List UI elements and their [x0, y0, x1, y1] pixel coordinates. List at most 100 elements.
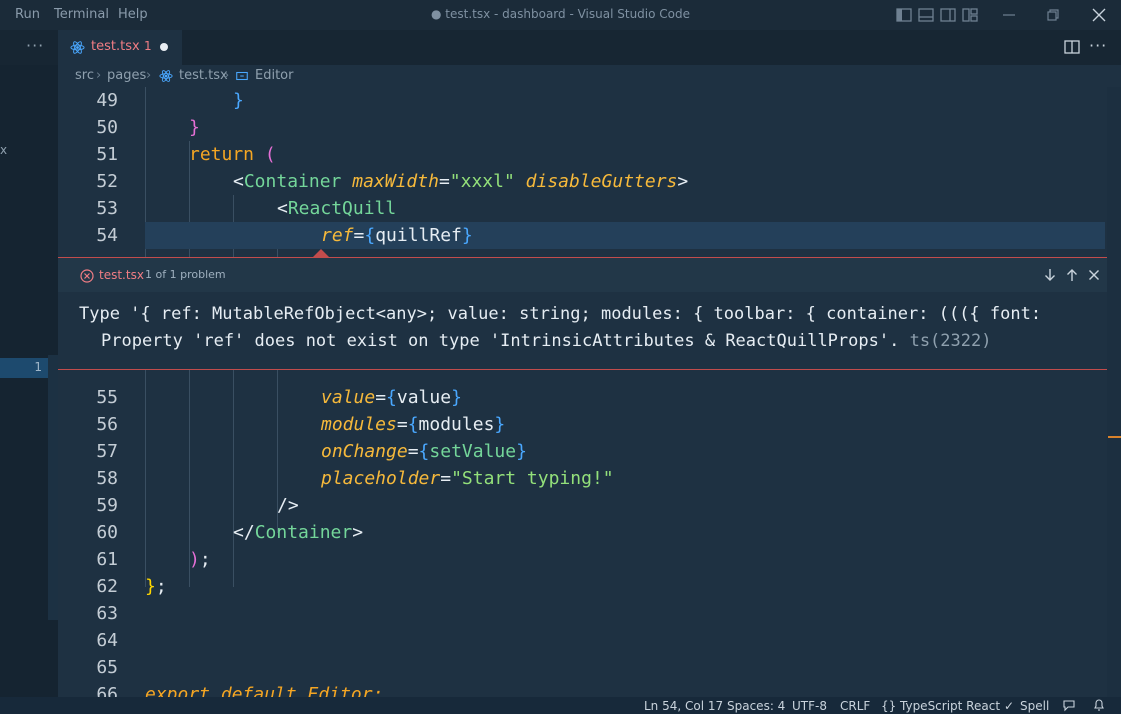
breadcrumb-pages[interactable]: pages: [107, 68, 146, 83]
line-number: 56: [96, 414, 118, 435]
check-icon: ✓: [1004, 699, 1015, 713]
close-peek-icon[interactable]: [1086, 267, 1102, 283]
line-number: 64: [96, 630, 118, 651]
side-panel: x 1: [0, 65, 58, 697]
line-number: 63: [96, 603, 118, 624]
peek-pointer: [313, 249, 329, 257]
status-bar: Ln 54, Col 17 Spaces: 4 UTF-8 CRLF {} Ty…: [0, 697, 1121, 714]
code-line: 54 ref={quillRef}: [58, 222, 1121, 249]
token-punct: ;: [155, 576, 167, 597]
editor-scrollbar[interactable]: [1107, 87, 1121, 697]
token-paren: ): [189, 549, 200, 570]
side-panel-partial-text: x: [0, 143, 8, 157]
token-attr: modules: [321, 414, 397, 435]
react-icon: [159, 69, 173, 87]
encoding[interactable]: UTF-8: [792, 699, 827, 713]
line-number: 55: [96, 387, 118, 408]
code-line: 61 );: [58, 546, 1121, 573]
chevron-right-icon: ›: [96, 68, 102, 83]
line-number: 50: [96, 117, 118, 138]
symbol-variable-icon: [235, 69, 249, 87]
code-editor[interactable]: 49 } 50 } 51 return ( 52 <Container maxW…: [58, 87, 1121, 697]
tab-test-tsx[interactable]: test.tsx 1: [58, 30, 182, 65]
token-brace: {: [418, 441, 430, 462]
token-attr: placeholder: [321, 468, 441, 489]
breadcrumb-file[interactable]: test.tsx: [179, 68, 228, 83]
token-punct: <: [277, 198, 288, 219]
token-brace: }: [451, 387, 462, 408]
tab-bar: ··· test.tsx 1 ···: [0, 30, 1121, 65]
title-bar: Run Terminal Help ● test.tsx - dashboard…: [0, 0, 1121, 30]
end-of-line[interactable]: CRLF: [840, 699, 870, 713]
line-number: 62: [96, 576, 118, 597]
code-line: 59 />: [58, 492, 1121, 519]
code-line: 50 }: [58, 114, 1121, 141]
minimize-icon[interactable]: [1000, 6, 1018, 24]
token-punct: =: [440, 468, 452, 489]
token-identifier: quillRef: [375, 225, 462, 246]
token-punct: =: [353, 225, 365, 246]
line-number: 51: [96, 144, 118, 165]
indentation[interactable]: Spaces: 4: [727, 699, 785, 713]
line-number: 61: [96, 549, 118, 570]
token-keyword: return: [189, 144, 255, 165]
more-actions-icon[interactable]: ···: [1089, 36, 1107, 55]
peek-problem-count: 1 of 1 problem: [145, 268, 226, 281]
token-identifier: modules: [418, 414, 495, 435]
token-punct: ;: [199, 549, 211, 570]
code-line: 63: [58, 600, 1121, 627]
restore-icon[interactable]: [1044, 6, 1062, 24]
split-editor-icon[interactable]: [1063, 38, 1081, 56]
code-line: 57 onChange={setValue}: [58, 438, 1121, 465]
language-mode[interactable]: TypeScript React: [900, 699, 1000, 713]
token-brace: }: [516, 441, 527, 462]
feedback-icon[interactable]: [1062, 698, 1076, 714]
close-window-icon[interactable]: [1090, 6, 1108, 24]
line-number: 57: [96, 441, 118, 462]
line-number: 58: [96, 468, 118, 489]
notifications-bell-icon[interactable]: [1092, 698, 1106, 714]
spell-check[interactable]: Spell: [1020, 699, 1049, 713]
toggle-secondary-sidebar-icon[interactable]: [939, 6, 957, 24]
token-attr: onChange: [321, 441, 408, 462]
error-icon: [80, 268, 94, 283]
line-number: 54: [96, 225, 118, 246]
chevron-right-icon: ›: [146, 68, 152, 83]
toggle-panel-icon[interactable]: [917, 6, 935, 24]
code-line: 65: [58, 654, 1121, 681]
code-line: 56 modules={modules}: [58, 411, 1121, 438]
next-problem-icon[interactable]: [1042, 267, 1058, 283]
token-brace: }: [461, 225, 473, 246]
previous-problem-icon[interactable]: [1064, 267, 1080, 283]
token-attr: value: [321, 387, 376, 408]
token-string: "xxxl": [449, 171, 515, 192]
problem-code[interactable]: ts(2322): [910, 331, 992, 351]
token-attr: disableGutters: [525, 171, 678, 192]
code-line: 51 return (: [58, 141, 1121, 168]
token-paren: (: [264, 144, 276, 165]
token-punct: =: [375, 387, 387, 408]
token-string: "Start typing!": [451, 468, 614, 489]
token-punct: />: [277, 495, 299, 516]
breadcrumb-src[interactable]: src: [75, 68, 94, 83]
code-line: 58 placeholder="Start typing!": [58, 465, 1121, 492]
line-number: 53: [96, 198, 118, 219]
tab-problem-count: 1: [144, 39, 152, 53]
side-panel-scrollbar[interactable]: [48, 355, 58, 620]
token-attr: ref: [321, 225, 354, 246]
breadcrumb-symbol[interactable]: Editor: [255, 68, 293, 83]
tab-label: test.tsx: [91, 39, 140, 54]
token-punct: </: [233, 522, 255, 543]
braces-icon: {}: [881, 699, 897, 713]
problem-message-line1: Type '{ ref: MutableRefObject<any>; valu…: [79, 304, 1042, 324]
token-punct: =: [407, 441, 419, 462]
token-brace: {: [364, 225, 376, 246]
cursor-position[interactable]: Ln 54, Col 17: [644, 699, 723, 713]
toggle-primary-sidebar-icon[interactable]: [895, 6, 913, 24]
side-panel-more-icon[interactable]: ···: [26, 36, 44, 55]
customize-layout-icon[interactable]: [961, 6, 979, 24]
code-line: 64: [58, 627, 1121, 654]
peek-file-name[interactable]: test.tsx: [99, 268, 144, 282]
problem-message-line2: Property 'ref' does not exist on type 'I…: [101, 331, 991, 351]
unsaved-dot-icon[interactable]: [160, 43, 168, 51]
